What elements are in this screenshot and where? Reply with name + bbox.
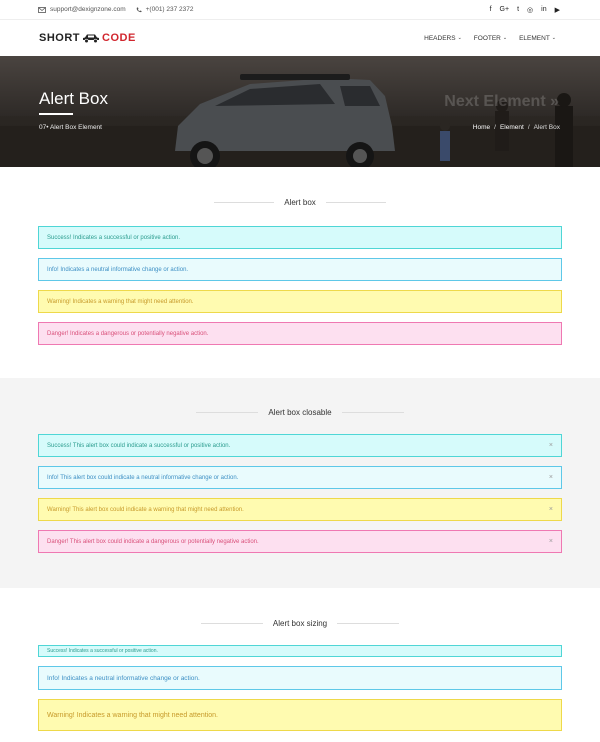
section-heading: Alert box closable [38,408,562,417]
breadcrumb: Home / Element / Alert Box [473,124,560,131]
chevron-down-icon: ⌄ [457,35,462,41]
alert-text: Info! Indicates a neutral informative ch… [47,266,189,273]
logo-text-left: SHORT [39,32,80,44]
car-photo [0,74,600,167]
close-icon[interactable]: × [549,442,553,449]
breadcrumb-current: Alert Box [533,124,560,131]
alert-text: Warning! This alert box could indicate a… [47,506,244,513]
divider-line [341,412,404,413]
main-menu: HEADERS ⌄ FOOTER ⌄ ELEMENT ⌄ [424,35,556,42]
alert-text: Info! Indicates a neutral informative ch… [47,674,200,682]
envelope-icon [38,6,46,13]
close-icon[interactable]: × [549,474,553,481]
divider-line [325,202,386,203]
info-alert: Info! Indicates a neutral informative ch… [38,258,562,281]
top-bar: support@dexignzone.com +(001) 237 2372 f… [0,0,600,20]
logo-text-right: CODE [102,32,136,44]
twitter-icon[interactable]: t [517,6,519,13]
alert-text: Info! This alert box could indicate a ne… [47,474,239,481]
alert-text: Danger! Indicates a dangerous or potenti… [47,330,209,337]
close-icon[interactable]: × [549,538,553,545]
menu-label: HEADERS [424,34,456,42]
section-title: Alert box closable [268,408,332,417]
youtube-icon[interactable]: ▶ [555,6,560,14]
car-logo-icon [83,34,99,43]
hero-banner: Alert Box 07• Alert Box Element Next Ele… [0,56,600,167]
google-plus-icon[interactable]: G+ [500,6,510,13]
success-alert: Success! Indicates a successful or posit… [38,226,562,249]
email-contact[interactable]: support@dexignzone.com [38,6,126,13]
warning-alert: Warning! Indicates a warning that might … [38,290,562,313]
success-alert-small: Success! Indicates a successful or posit… [38,645,562,657]
page-title: Alert Box [39,89,108,108]
alert-text: Success! This alert box could indicate a… [47,442,231,449]
section-title: Alert box sizing [272,619,328,628]
menu-item-element[interactable]: ELEMENT ⌄ [519,35,556,42]
breadcrumb-separator: / [494,124,496,131]
main-navbar: SHORT CODE HEADERS ⌄ FOOTER ⌄ ELEMENT ⌄ [0,20,600,56]
info-alert-medium: Info! Indicates a neutral informative ch… [38,666,562,690]
next-element-link[interactable]: Next Element » [444,93,559,111]
site-logo[interactable]: SHORT CODE [39,32,136,44]
breadcrumb-element[interactable]: Element [500,124,524,131]
menu-label: FOOTER [473,34,501,42]
breadcrumb-home[interactable]: Home [473,124,490,131]
email-text: support@dexignzone.com [50,6,126,13]
title-underline [39,113,73,115]
facebook-icon[interactable]: f [490,6,492,13]
breadcrumb-separator: / [527,124,530,131]
social-links: f G+ t ◎ in ▶ [490,6,560,14]
info-alert: Info! This alert box could indicate a ne… [38,466,562,489]
instagram-icon[interactable]: ◎ [527,6,533,14]
warning-alert-large: Warning! Indicates a warning that might … [38,699,562,731]
alert-box-sizing-section: Alert box sizing Success! Indicates a su… [0,588,600,731]
alert-text: Success! Indicates a successful or posit… [47,648,158,654]
divider-line [200,623,263,624]
linkedin-icon[interactable]: in [541,6,546,13]
phone-contact[interactable]: +(001) 237 2372 [136,6,194,13]
section-heading: Alert box [38,198,562,207]
alert-text: Success! Indicates a successful or posit… [47,234,181,241]
menu-item-footer[interactable]: FOOTER ⌄ [474,35,507,42]
section-heading: Alert box sizing [38,619,562,628]
section-title: Alert box [284,198,316,207]
menu-item-headers[interactable]: HEADERS ⌄ [424,35,462,42]
alert-box-section: Alert box Success! Indicates a successfu… [0,167,600,378]
chevron-down-icon: ⌄ [551,35,556,41]
success-alert: Success! This alert box could indicate a… [38,434,562,457]
page-subtitle: 07• Alert Box Element [39,124,102,131]
danger-alert: Danger! Indicates a dangerous or potenti… [38,322,562,345]
alert-box-closable-section: Alert box closable Success! This alert b… [0,378,600,588]
close-icon[interactable]: × [549,506,553,513]
divider-line [214,202,275,203]
divider-line [196,412,259,413]
chevron-down-icon: ⌄ [502,35,508,41]
warning-alert: Warning! This alert box could indicate a… [38,498,562,521]
divider-line [337,623,400,624]
alert-text: Danger! This alert box could indicate a … [47,538,259,545]
phone-icon [136,7,142,12]
alert-text: Warning! Indicates a warning that might … [47,298,194,305]
alert-text: Warning! Indicates a warning that might … [47,711,218,719]
menu-label: ELEMENT [519,34,550,42]
phone-text: +(001) 237 2372 [145,6,194,13]
danger-alert: Danger! This alert box could indicate a … [38,530,562,553]
